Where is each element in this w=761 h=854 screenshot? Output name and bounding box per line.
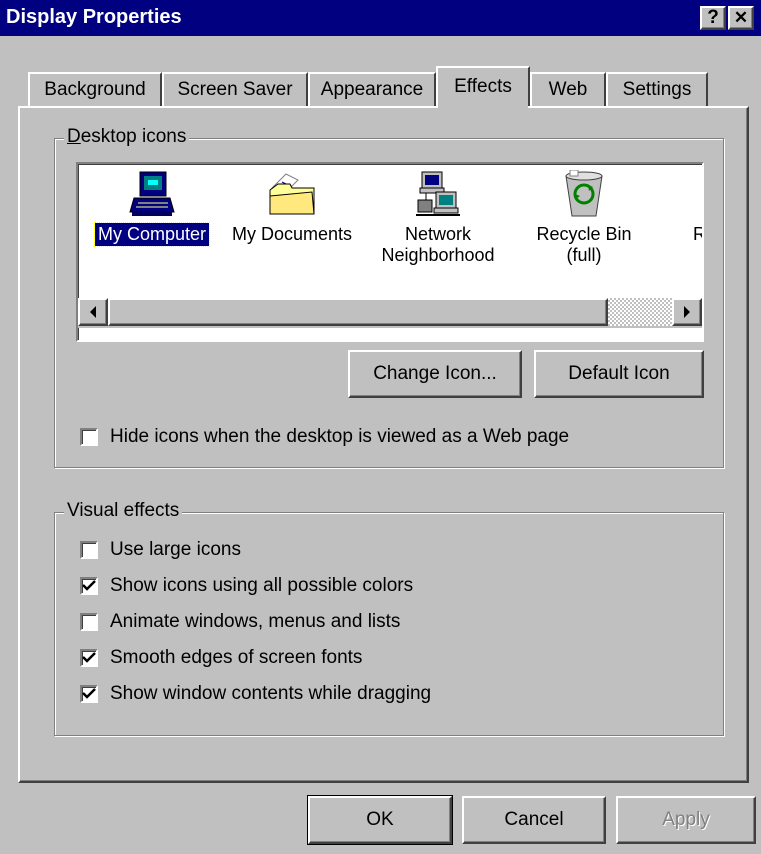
default-icon-button[interactable]: Default Icon	[534, 350, 704, 398]
button-label: OK	[366, 809, 394, 830]
scroll-thumb[interactable]	[108, 298, 608, 326]
icon-label: My Documents	[231, 224, 353, 244]
change-icon-button[interactable]: Change Icon...	[348, 350, 522, 398]
drag-contents-label[interactable]: Show window contents while dragging	[110, 683, 431, 705]
horizontal-scrollbar[interactable]	[78, 298, 702, 328]
hide-icons-checkbox[interactable]	[80, 428, 98, 446]
drag-contents-checkbox[interactable]	[80, 685, 98, 703]
list-item-recycle-bin[interactable]: Recycle Bin (full)	[514, 169, 654, 267]
help-button[interactable]: ?	[700, 6, 726, 30]
icon-label: Rec(e	[690, 223, 702, 267]
animate-windows-label[interactable]: Animate windows, menus and lists	[110, 611, 400, 633]
button-label: Cancel	[504, 809, 564, 830]
icon-label: My Computer	[93, 222, 211, 247]
tab-screen-saver[interactable]: Screen Saver	[162, 72, 308, 106]
apply-button[interactable]: Apply	[616, 796, 756, 844]
animate-windows-checkbox[interactable]	[80, 613, 98, 631]
recycle-bin-full-icon	[560, 169, 608, 218]
tab-label: Background	[44, 79, 146, 100]
button-label: Apply	[662, 809, 710, 830]
desktop-icons-group-label: Desktop icons	[64, 126, 190, 148]
network-icon	[414, 170, 462, 218]
close-icon: ✕	[733, 8, 749, 27]
my-computer-icon	[128, 170, 176, 218]
button-label: Change Icon...	[373, 363, 497, 384]
visual-effects-group-label: Visual effects	[64, 500, 183, 522]
title-bar[interactable]: Display Properties ? ✕	[0, 0, 761, 36]
check-icon	[82, 580, 96, 591]
tab-web[interactable]: Web	[530, 72, 606, 106]
tab-settings[interactable]: Settings	[606, 72, 708, 106]
icon-label: Network Neighborhood	[378, 223, 497, 267]
arrow-left-icon	[90, 306, 96, 318]
icon-label-line: Rec	[693, 224, 702, 244]
list-item-my-computer[interactable]: My Computer	[82, 170, 222, 247]
list-item-my-documents[interactable]: My Documents	[222, 170, 362, 246]
desktop-icon-list[interactable]: My Computer My Documents Network Neighbo…	[76, 162, 704, 342]
tab-label: Web	[548, 79, 588, 100]
smooth-fonts-label[interactable]: Smooth edges of screen fonts	[110, 647, 362, 669]
tab-label: Appearance	[320, 79, 424, 100]
tab-background[interactable]: Background	[28, 72, 162, 106]
scroll-right-button[interactable]	[672, 298, 702, 326]
scroll-track[interactable]	[608, 298, 672, 326]
scroll-left-button[interactable]	[78, 298, 108, 326]
check-icon	[82, 652, 96, 663]
arrow-right-icon	[684, 306, 690, 318]
all-colors-checkbox[interactable]	[80, 577, 98, 595]
icon-label-line: Recycle Bin	[536, 224, 632, 244]
list-item-recycle-bin-empty[interactable]: Rec(e	[654, 170, 702, 267]
large-icons-checkbox[interactable]	[80, 541, 98, 559]
icon-label-line: (e	[701, 245, 702, 265]
list-item-network-neighborhood[interactable]: Network Neighborhood	[368, 170, 508, 267]
check-icon	[82, 688, 96, 699]
window-title: Display Properties	[6, 6, 182, 28]
all-colors-label[interactable]: Show icons using all possible colors	[110, 575, 413, 597]
help-icon: ?	[707, 7, 719, 28]
recycle-bin-empty-icon	[700, 170, 702, 218]
icon-label-line: (full)	[566, 245, 602, 265]
smooth-fonts-checkbox[interactable]	[80, 649, 98, 667]
hide-icons-label[interactable]: Hide icons when the desktop is viewed as…	[110, 426, 569, 448]
cancel-button[interactable]: Cancel	[462, 796, 606, 844]
icon-label: Recycle Bin (full)	[533, 223, 634, 267]
tab-effects[interactable]: Effects	[436, 66, 530, 106]
large-icons-label[interactable]: Use large icons	[110, 539, 241, 561]
icon-label-line: Network	[404, 224, 471, 244]
active-tab-joint	[438, 104, 528, 108]
icon-label-line: Neighborhood	[381, 245, 495, 265]
tab-label: Screen Saver	[177, 79, 293, 100]
tab-label: Effects	[454, 76, 512, 97]
tab-appearance[interactable]: Appearance	[308, 72, 436, 106]
tab-label: Settings	[622, 79, 692, 100]
close-button[interactable]: ✕	[728, 6, 754, 30]
ok-button[interactable]: OK	[307, 795, 453, 845]
folder-icon	[268, 170, 316, 218]
button-label: Default Icon	[568, 363, 670, 384]
